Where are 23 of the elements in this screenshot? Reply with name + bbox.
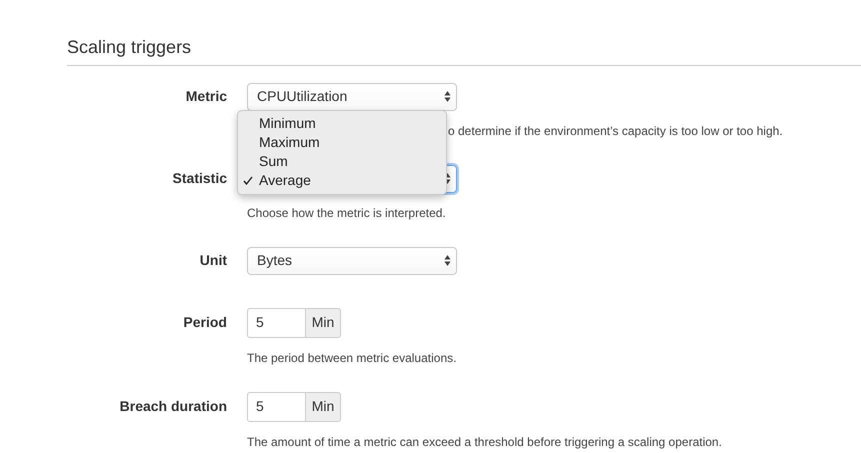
- unit-addon: Min: [306, 392, 341, 422]
- dropdown-option[interactable]: Maximum: [238, 132, 446, 152]
- field-label: Unit: [198, 251, 227, 270]
- unit-addon: Min: [306, 308, 341, 338]
- number-input-field[interactable]: 5: [247, 308, 306, 338]
- up-down-arrows-icon: [444, 90, 451, 104]
- dropdown-option[interactable]: Sum: [238, 152, 446, 171]
- section-title: Scaling triggers: [67, 37, 861, 66]
- up-down-arrows-icon: [444, 254, 451, 268]
- field-label: Statistic: [172, 169, 227, 188]
- help-text: The period between metric evaluations.: [247, 350, 458, 366]
- number-input-field[interactable]: 5: [247, 392, 306, 422]
- field-label: Period: [182, 313, 227, 332]
- field-label: Metric: [184, 87, 227, 106]
- dropdown-option[interactable]: Average: [238, 170, 446, 190]
- help-text: o determine if the environment’s capacity is too low or too high.: [448, 122, 784, 139]
- field-label: Breach duration: [118, 397, 227, 416]
- select-dropdown[interactable]: CPUUtilization: [247, 82, 457, 111]
- dropdown-option[interactable]: Minimum: [238, 114, 446, 133]
- up-down-arrows-icon: [444, 172, 451, 186]
- help-text: Choose how the metric is interpreted.: [247, 204, 447, 221]
- help-text: The amount of time a metric can exceed a threshold before triggering a scaling operation.: [247, 434, 723, 450]
- select-dropdown[interactable]: Bytes: [247, 246, 457, 275]
